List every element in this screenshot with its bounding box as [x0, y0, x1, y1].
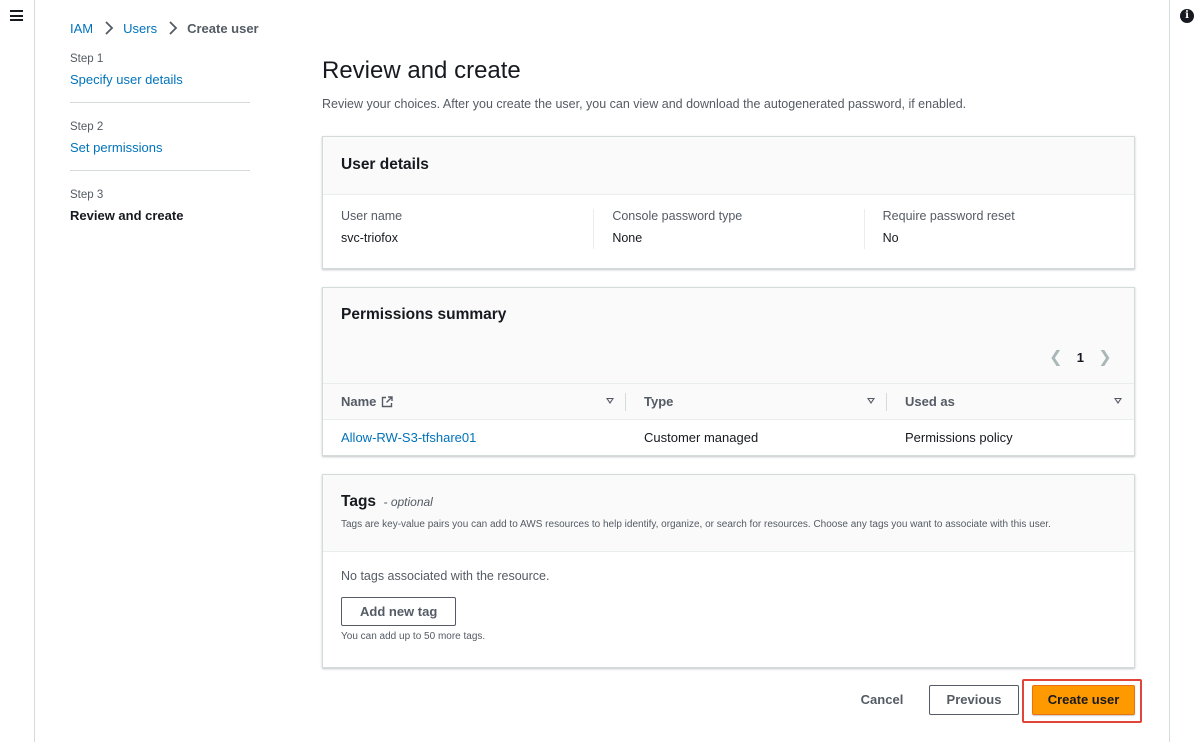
step-number: Step 1: [70, 53, 104, 65]
main-header: Review and create Review your choices. A…: [322, 55, 1135, 113]
policy-link[interactable]: Allow-RW-S3-tfshare01: [341, 430, 476, 445]
tags-panel: Tags - optional Tags are key-value pairs…: [322, 474, 1135, 668]
column-header-type[interactable]: Type: [626, 384, 887, 420]
chevron-right-icon[interactable]: ❯: [1098, 347, 1112, 367]
page-description: Review your choices. After you create th…: [322, 97, 967, 111]
left-nav-rail: [0, 0, 35, 742]
wizard-steps: Step 1 Specify user details Step 2 Set p…: [70, 53, 250, 256]
field-value: None: [612, 231, 643, 245]
create-user-button[interactable]: Create user: [1032, 685, 1135, 715]
empty-state-text: No tags associated with the resource.: [341, 569, 550, 583]
breadcrumb: IAM Users Create user: [70, 19, 259, 37]
cell-used-as: Permissions policy: [905, 430, 1013, 445]
panel-header: Permissions summary ❮ 1 ❯: [323, 288, 1134, 384]
breadcrumb-users[interactable]: Users: [123, 21, 157, 36]
wizard-step-1: Step 1 Specify user details: [70, 53, 250, 103]
external-link-icon: [382, 396, 394, 408]
table-row: Allow-RW-S3-tfshare01 Customer managed P…: [323, 420, 1134, 455]
tags-body: No tags associated with the resource. Ad…: [323, 552, 1134, 642]
column-label: Used as: [905, 394, 955, 409]
column-header-name[interactable]: Name: [323, 384, 626, 420]
field-value: No: [882, 231, 899, 245]
hamburger-menu-icon[interactable]: [10, 10, 23, 21]
table-header: Name Type Used as: [323, 384, 1134, 420]
breadcrumb-current: Create user: [187, 20, 259, 36]
tags-limit-hint: You can add up to 50 more tags.: [341, 631, 486, 642]
right-help-rail: i: [1169, 0, 1201, 742]
panel-header: User details: [323, 137, 1134, 195]
column-label: Type: [644, 394, 674, 409]
column-label: Name: [323, 394, 394, 409]
step-number: Step 3: [70, 189, 104, 201]
column-header-used-as[interactable]: Used as: [887, 384, 1134, 420]
step-current-review-and-create: Review and create: [70, 208, 184, 223]
chevron-right-icon: [169, 21, 178, 35]
add-new-tag-button[interactable]: Add new tag: [341, 597, 457, 626]
field-console-password-type: Console password type None: [593, 209, 863, 249]
cell-name: Allow-RW-S3-tfshare01: [323, 430, 626, 445]
breadcrumb-iam[interactable]: IAM: [70, 21, 93, 36]
step-number: Step 2: [70, 121, 104, 133]
step-link-specify-user-details[interactable]: Specify user details: [70, 72, 250, 88]
wizard-step-2: Step 2 Set permissions: [70, 121, 250, 171]
page-title: Review and create: [322, 57, 521, 84]
panel-title: Tags: [341, 493, 377, 510]
sort-caret-icon[interactable]: [1114, 397, 1122, 404]
sort-caret-icon[interactable]: [606, 397, 614, 404]
panel-header: Tags - optional Tags are key-value pairs…: [323, 475, 1134, 552]
user-details-fields: User name svc-triofox Console password t…: [323, 195, 1134, 249]
wizard-step-3: Step 3 Review and create: [70, 189, 250, 238]
optional-label: - optional: [383, 495, 433, 509]
pagination: ❮ 1 ❯: [1049, 347, 1112, 367]
field-require-password-reset: Require password reset No: [863, 209, 1134, 249]
step-link-set-permissions[interactable]: Set permissions: [70, 140, 250, 156]
panel-title: User details: [341, 156, 429, 173]
info-icon[interactable]: i: [1180, 9, 1194, 23]
panel-title: Permissions summary: [341, 306, 507, 323]
wizard-actions: Cancel Previous Create user: [0, 679, 1201, 723]
previous-button[interactable]: Previous: [929, 685, 1019, 715]
permissions-summary-panel: Permissions summary ❮ 1 ❯ Name Type Used…: [322, 287, 1135, 456]
chevron-left-icon[interactable]: ❮: [1049, 347, 1063, 367]
tags-title-row: Tags - optional: [341, 493, 1134, 513]
page-number[interactable]: 1: [1077, 350, 1084, 365]
chevron-right-icon: [105, 21, 114, 35]
field-value: svc-triofox: [341, 231, 398, 245]
field-user-name: User name svc-triofox: [323, 209, 593, 249]
tags-description: Tags are key-value pairs you can add to …: [341, 519, 1051, 530]
sort-caret-icon[interactable]: [867, 397, 875, 404]
cell-type: Customer managed: [644, 430, 759, 445]
user-details-panel: User details User name svc-triofox Conso…: [322, 136, 1135, 269]
field-label: Console password type: [612, 209, 743, 223]
field-label: User name: [341, 209, 403, 223]
cancel-button[interactable]: Cancel: [846, 685, 918, 715]
field-label: Require password reset: [882, 209, 1015, 223]
